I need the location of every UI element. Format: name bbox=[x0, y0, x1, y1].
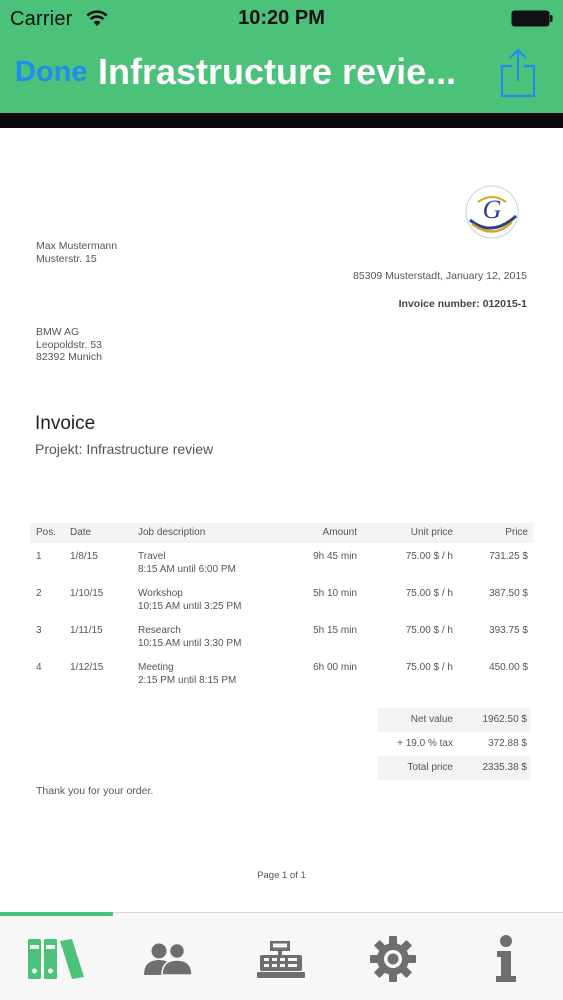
info-icon bbox=[496, 935, 516, 982]
page-number: Page 1 of 1 bbox=[257, 870, 306, 881]
nav-title: Infrastructure revie... bbox=[98, 51, 457, 92]
invoice-document[interactable]: G Max Mustermann Musterstr. 15 85309 Mus… bbox=[0, 128, 563, 912]
recipient-city: 82392 Munich bbox=[36, 351, 102, 363]
university-seal-logo: G bbox=[465, 185, 519, 239]
row-amount: 5h 15 min bbox=[313, 625, 357, 636]
tab-projects[interactable] bbox=[0, 917, 112, 1000]
tab-bar bbox=[0, 912, 563, 1000]
row-pos: 2 bbox=[36, 588, 42, 599]
cash-register-icon bbox=[257, 941, 305, 978]
users-icon bbox=[144, 942, 193, 976]
row-job-title: Meeting bbox=[138, 662, 174, 673]
row-price: 450.00 $ bbox=[489, 662, 528, 673]
header-pos: Pos. bbox=[36, 527, 57, 538]
row-job-time: 8:15 AM until 6:00 PM bbox=[138, 563, 236, 575]
table-row: 2 1/10/15 Workshop 10:15 AM until 3:25 PM… bbox=[30, 580, 533, 617]
share-icon[interactable] bbox=[499, 48, 537, 98]
row-unit-price: 75.00 $ / h bbox=[405, 551, 453, 562]
net-value: 1962.50 $ bbox=[482, 714, 528, 725]
total-price-label: Total price bbox=[407, 762, 453, 773]
row-date: 1/12/15 bbox=[70, 662, 104, 673]
row-unit-price: 75.00 $ / h bbox=[405, 588, 453, 599]
header-amount: Amount bbox=[322, 527, 357, 538]
sender-name: Max Mustermann bbox=[36, 240, 118, 252]
table-row: 4 1/12/15 Meeting 2:15 PM until 8:15 PM 6… bbox=[30, 654, 533, 691]
invoice-title: Invoice bbox=[35, 413, 96, 434]
invoice-subtitle: Projekt: Infrastructure review bbox=[35, 441, 214, 457]
table-row: 3 1/11/15 Research 10:15 AM until 3:30 PM… bbox=[30, 617, 533, 654]
row-date: 1/10/15 bbox=[70, 588, 104, 599]
row-job: Meeting 2:15 PM until 8:15 PM bbox=[138, 662, 298, 687]
recipient-company: BMW AG bbox=[36, 326, 80, 338]
invoice-number: Invoice number: 012015-1 bbox=[398, 298, 527, 310]
row-price: 731.25 $ bbox=[489, 551, 528, 562]
row-price: 387.50 $ bbox=[489, 588, 528, 599]
row-pos: 4 bbox=[36, 662, 42, 673]
header-job: Job description bbox=[138, 527, 206, 538]
row-amount: 6h 00 min bbox=[313, 662, 357, 673]
tab-info[interactable] bbox=[450, 917, 562, 1000]
net-value-label: Net value bbox=[410, 714, 453, 725]
row-job-title: Travel bbox=[138, 551, 166, 562]
row-job-title: Workshop bbox=[138, 588, 183, 599]
recipient-street: Leopoldstr. 53 bbox=[36, 338, 102, 351]
row-job: Workshop 10:15 AM until 3:25 PM bbox=[138, 588, 298, 613]
recipient-address: BMW AG Leopoldstr. 53 82392 Munich bbox=[36, 326, 102, 364]
status-bar: Carrier 10:20 PM bbox=[0, 0, 563, 38]
status-time: 10:20 PM bbox=[238, 7, 325, 29]
row-date: 1/11/15 bbox=[70, 625, 103, 636]
row-pos: 3 bbox=[36, 625, 42, 636]
svg-text:G: G bbox=[483, 195, 502, 224]
tax-label: + 19.0 % tax bbox=[397, 738, 453, 749]
row-unit-price: 75.00 $ / h bbox=[405, 662, 453, 673]
invoice-table: Pos. Date Job description Amount Unit pr… bbox=[30, 523, 533, 691]
total-price-row: Total price 2335.38 $ bbox=[378, 756, 531, 780]
nav-divider bbox=[0, 113, 563, 128]
total-price: 2335.38 $ bbox=[482, 762, 528, 773]
binders-icon bbox=[28, 939, 84, 979]
row-job-time: 10:15 AM until 3:25 PM bbox=[138, 600, 242, 612]
row-price: 393.75 $ bbox=[489, 625, 528, 636]
done-button[interactable]: Done bbox=[15, 56, 88, 89]
tax-value: 372.88 $ bbox=[488, 738, 527, 749]
totals-block: Net value 1962.50 $ + 19.0 % tax 372.88 … bbox=[378, 708, 531, 780]
net-value-row: Net value 1962.50 $ bbox=[378, 708, 531, 732]
row-amount: 5h 10 min bbox=[313, 588, 357, 599]
header-unit-price: Unit price bbox=[410, 527, 453, 538]
header-price: Price bbox=[505, 527, 528, 538]
tax-row: + 19.0 % tax 372.88 $ bbox=[378, 732, 531, 756]
sender-address: Max Mustermann Musterstr. 15 bbox=[36, 240, 117, 265]
tab-invoices[interactable] bbox=[225, 917, 337, 1000]
row-unit-price: 75.00 $ / h bbox=[405, 625, 453, 636]
table-header: Pos. Date Job description Amount Unit pr… bbox=[30, 523, 533, 543]
table-row: 1 1/8/15 Travel 8:15 AM until 6:00 PM 9h … bbox=[30, 543, 533, 580]
place-date: 85309 Musterstadt, January 12, 2015 bbox=[353, 270, 527, 282]
gear-icon bbox=[370, 936, 416, 982]
top-bar: Carrier 10:20 PM Done Infrastructure rev… bbox=[0, 0, 563, 113]
row-job: Travel 8:15 AM until 6:00 PM bbox=[138, 551, 298, 576]
row-amount: 9h 45 min bbox=[313, 551, 357, 562]
row-job-title: Research bbox=[138, 625, 181, 636]
thank-you-note: Thank you for your order. bbox=[36, 785, 154, 797]
battery-icon bbox=[511, 10, 553, 27]
row-pos: 1 bbox=[36, 551, 42, 562]
row-date: 1/8/15 bbox=[70, 551, 98, 562]
row-job-time: 2:15 PM until 8:15 PM bbox=[138, 674, 237, 686]
row-job-time: 10:15 AM until 3:30 PM bbox=[138, 637, 242, 649]
tab-settings[interactable] bbox=[337, 917, 449, 1000]
tab-customers[interactable] bbox=[112, 917, 224, 1000]
row-job: Research 10:15 AM until 3:30 PM bbox=[138, 625, 298, 650]
tab-selected-indicator bbox=[0, 912, 113, 916]
sender-street: Musterstr. 15 bbox=[36, 252, 97, 265]
header-date: Date bbox=[70, 527, 92, 538]
